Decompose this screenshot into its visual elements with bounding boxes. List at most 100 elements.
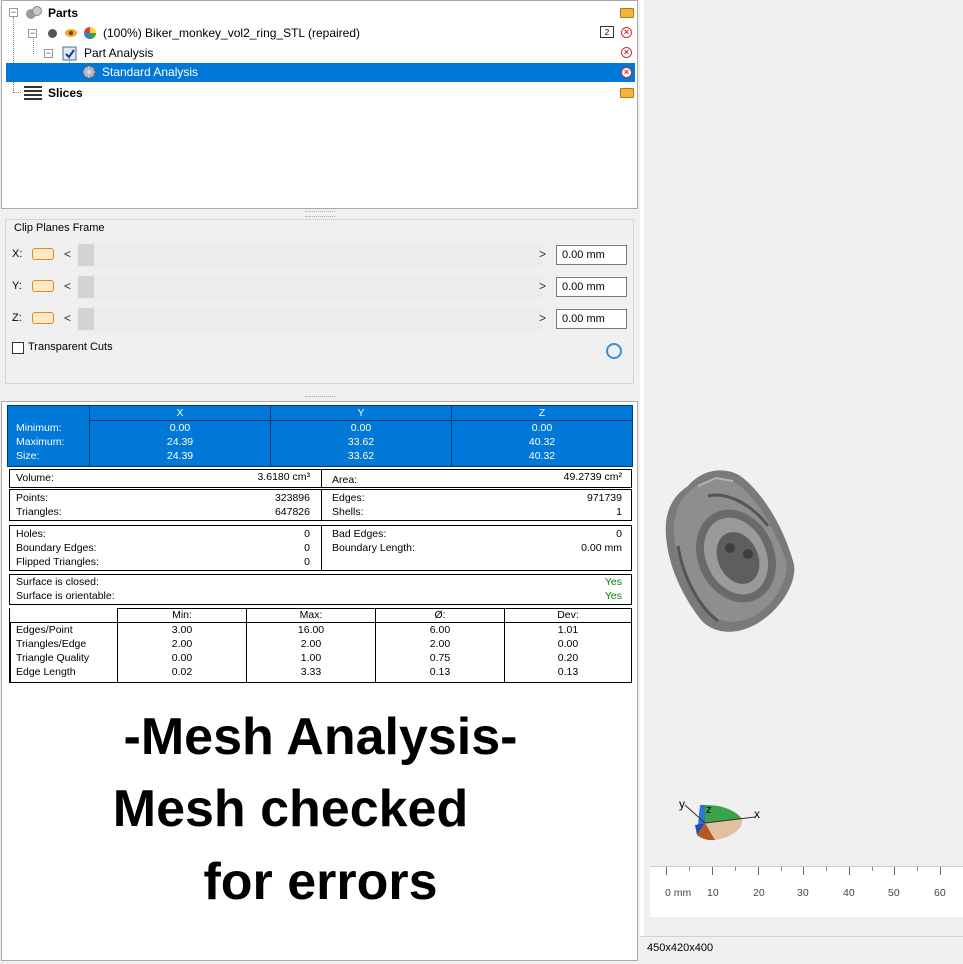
- slider-thumb[interactable]: [78, 308, 94, 330]
- bbox-cell: 0.00: [531, 422, 553, 434]
- bbox-cell: 0.00: [169, 422, 191, 434]
- clip-x-input[interactable]: 0.00 mm: [556, 245, 627, 265]
- boundary-length-value: 0.00 mm: [581, 542, 622, 554]
- bbox-cell: 40.32: [528, 450, 556, 462]
- clip-z-right-arrow[interactable]: >: [539, 311, 546, 325]
- statistics-table: Min: Max: Ø: Dev: Edges/Point 3.00 16.00…: [9, 608, 632, 683]
- ruler-label: 50: [888, 887, 900, 899]
- tree-row-part[interactable]: − (100%) Biker_monkey_vol2_ring_STL (rep…: [2, 23, 637, 43]
- eye-icon[interactable]: [64, 27, 78, 39]
- overlay-subtitle-2: for errors: [203, 853, 438, 911]
- clip-y-slider[interactable]: [78, 274, 543, 300]
- analysis-report: X Y Z Minimum: 0.00 0.00 0.00 Maximum: 2…: [1, 401, 638, 961]
- tree-row-slices[interactable]: Slices: [2, 83, 637, 103]
- surface-closed-label: Surface is closed:: [16, 576, 99, 588]
- overlay-title: -Mesh Analysis-: [123, 708, 518, 766]
- tree-label-slices: Slices: [48, 86, 83, 100]
- tree-label-parts: Parts: [48, 6, 79, 20]
- clip-x-toggle[interactable]: [32, 248, 54, 260]
- stats-cell: 2.00: [429, 638, 451, 650]
- transparent-cuts-label: Transparent Cuts: [28, 341, 113, 353]
- bbox-row-label: Maximum:: [16, 436, 65, 448]
- bad-edges-label: Bad Edges:: [332, 528, 387, 540]
- stats-header-avg: Ø:: [434, 609, 446, 621]
- stats-cell: 1.01: [557, 624, 579, 636]
- bbox-cell: 0.00: [350, 422, 372, 434]
- shells-label: Shells:: [332, 506, 364, 518]
- clip-y-toggle[interactable]: [32, 280, 54, 292]
- bbox-cell: 33.62: [347, 450, 375, 462]
- open-folder-icon[interactable]: [620, 8, 634, 18]
- clip-z-left-arrow[interactable]: <: [64, 311, 71, 325]
- close-icon[interactable]: ×: [621, 27, 632, 38]
- stats-cell: 0.13: [429, 666, 451, 678]
- color-wheel-icon[interactable]: [83, 26, 97, 40]
- tree-label-part-analysis: Part Analysis: [84, 46, 154, 60]
- tree-row-parts[interactable]: − Parts: [2, 3, 637, 23]
- slider-thumb[interactable]: [78, 276, 94, 298]
- stats-header-min: Min:: [172, 609, 192, 621]
- ruler-label: 40: [843, 887, 855, 899]
- surface-checks-box: Surface is closed: Yes Surface is orient…: [9, 574, 632, 605]
- ruler-label: 10: [707, 887, 719, 899]
- refresh-icon[interactable]: [606, 343, 622, 359]
- bbox-row-label: Minimum:: [16, 422, 62, 434]
- clip-x-right-arrow[interactable]: >: [539, 247, 546, 261]
- holes-value: 0: [304, 528, 310, 540]
- ruler-label: 30: [797, 887, 809, 899]
- ring-model-render[interactable]: [658, 466, 803, 636]
- stats-row-label: Triangle Quality: [16, 652, 90, 664]
- parts-icon: [26, 6, 42, 19]
- points-value: 323896: [274, 492, 310, 504]
- clip-x-slider[interactable]: [78, 242, 543, 268]
- mesh-grid-icon: [82, 65, 96, 79]
- open-folder-icon[interactable]: [620, 88, 634, 98]
- volume-label: Volume:: [16, 472, 54, 484]
- volume-area-box: Volume: 3.6180 cm³ Area: 49.2739 cm²: [9, 469, 632, 488]
- bounding-box-table: X Y Z Minimum: 0.00 0.00 0.00 Maximum: 2…: [7, 405, 633, 467]
- bbox-row-label: Size:: [16, 450, 40, 462]
- clip-z-toggle[interactable]: [32, 312, 54, 324]
- status-bar: 450x420x400: [640, 936, 963, 964]
- triangles-label: Triangles:: [16, 506, 62, 518]
- clip-z-slider[interactable]: [78, 306, 543, 332]
- tree-row-part-analysis[interactable]: − Part Analysis ×: [2, 43, 637, 63]
- close-icon[interactable]: ×: [621, 67, 632, 78]
- visibility-dot-icon[interactable]: [48, 29, 57, 38]
- stats-cell: 2.00: [300, 638, 322, 650]
- ruler-label: 0 mm: [665, 887, 692, 899]
- surface-orientable-value: Yes: [604, 590, 622, 602]
- volume-value: 3.6180 cm³: [257, 471, 310, 483]
- splitter-handle[interactable]: [305, 211, 335, 217]
- edges-label: Edges:: [332, 492, 365, 504]
- clip-y-left-arrow[interactable]: <: [64, 279, 71, 293]
- flipped-triangles-label: Flipped Triangles:: [16, 556, 99, 568]
- ruler-label: 20: [753, 887, 765, 899]
- slider-thumb[interactable]: [78, 244, 94, 266]
- clip-y-input[interactable]: 0.00 mm: [556, 277, 627, 297]
- clip-z-input[interactable]: 0.00 mm: [556, 309, 627, 329]
- clip-x-label: X:: [12, 248, 23, 260]
- bbox-header-z: Z: [538, 407, 546, 419]
- close-icon[interactable]: ×: [621, 47, 632, 58]
- stats-cell: 0.00: [171, 652, 193, 664]
- holes-label: Holes:: [16, 528, 46, 540]
- boundary-edges-value: 0: [304, 542, 310, 554]
- tree-label-part: (100%) Biker_monkey_vol2_ring_STL (repai…: [103, 26, 361, 40]
- 3d-viewport[interactable]: y z x 0 mm 10 20 30 40 50 60 450x420x400: [640, 0, 963, 964]
- collapse-icon[interactable]: −: [9, 8, 18, 17]
- bbox-header-y: Y: [357, 407, 365, 419]
- clip-x-left-arrow[interactable]: <: [64, 247, 71, 261]
- axis-y-label: y: [679, 797, 685, 811]
- stats-cell: 1.00: [300, 652, 322, 664]
- stats-cell: 0.00: [557, 638, 579, 650]
- stats-cell: 6.00: [429, 624, 451, 636]
- stats-cell: 16.00: [297, 624, 325, 636]
- tree-row-standard-analysis[interactable]: Standard Analysis ×: [6, 63, 635, 82]
- clip-y-right-arrow[interactable]: >: [539, 279, 546, 293]
- collapse-icon[interactable]: −: [44, 49, 53, 58]
- transparent-cuts-checkbox[interactable]: [12, 342, 24, 354]
- clip-planes-frame: Clip Planes Frame X: < > 0.00 mm Y: < > …: [5, 219, 634, 384]
- stats-cell: 0.75: [429, 652, 451, 664]
- surface-closed-value: Yes: [604, 576, 622, 588]
